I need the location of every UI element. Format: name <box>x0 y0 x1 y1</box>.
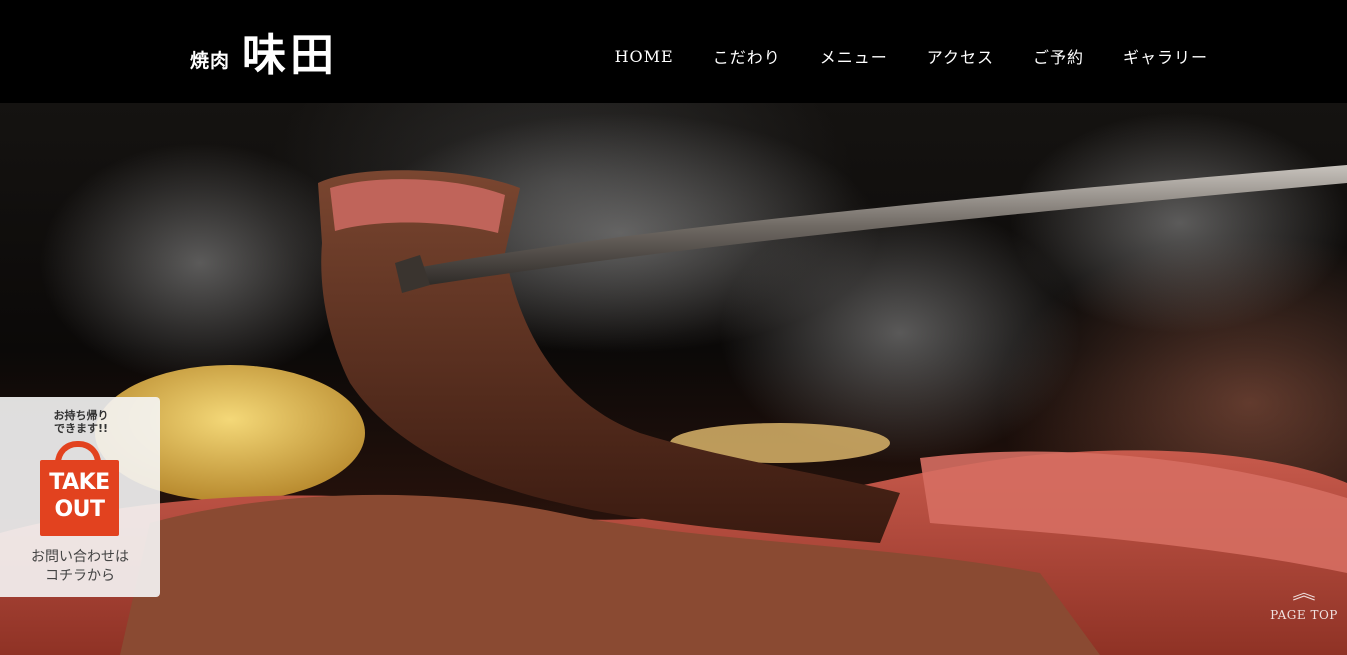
takeout-tag: お持ち帰り できます!! <box>38 409 124 435</box>
hero-image <box>0 103 1347 655</box>
takeout-caption: お問い合わせは コチラから <box>0 548 160 586</box>
logo-subtitle: 焼肉 <box>190 49 231 72</box>
takeout-bag-text: TAKE OUT <box>40 469 119 523</box>
nav-access[interactable]: アクセス <box>927 44 994 68</box>
nav-home[interactable]: HOME <box>615 47 674 66</box>
nav-kodawari[interactable]: こだわり <box>713 44 781 68</box>
grilled-meat-illustration <box>0 113 1347 655</box>
takeout-tag-line1: お持ち帰り <box>53 409 109 422</box>
shopping-bag-icon: TAKE OUT <box>40 460 119 536</box>
nav-gallery[interactable]: ギャラリー <box>1123 44 1208 68</box>
main-nav: HOME こだわり メニュー アクセス ご予約 ギャラリー <box>615 44 1208 68</box>
nav-reservation[interactable]: ご予約 <box>1033 44 1084 68</box>
page-top-button[interactable]: ︽ PAGE TOP <box>1262 584 1346 630</box>
double-chevron-up-icon: ︽ <box>1292 583 1316 604</box>
takeout-tag-line2: できます!! <box>53 422 109 435</box>
site-header: 焼肉 味田 HOME こだわり メニュー アクセス ご予約 ギャラリー <box>0 0 1347 103</box>
takeout-caption-line1: お問い合わせは <box>31 549 129 565</box>
takeout-bag-line1: TAKE <box>49 470 110 495</box>
nav-menu[interactable]: メニュー <box>820 44 888 68</box>
logo-title: 味田 <box>242 30 339 81</box>
takeout-bag-line2: OUT <box>54 497 105 522</box>
takeout-caption-line2: コチラから <box>45 568 115 584</box>
page-top-label: PAGE TOP <box>1270 608 1338 622</box>
takeout-banner[interactable]: お持ち帰り できます!! TAKE OUT お問い合わせは コチラから <box>0 397 160 597</box>
site-logo[interactable]: 焼肉 味田 <box>190 28 338 84</box>
